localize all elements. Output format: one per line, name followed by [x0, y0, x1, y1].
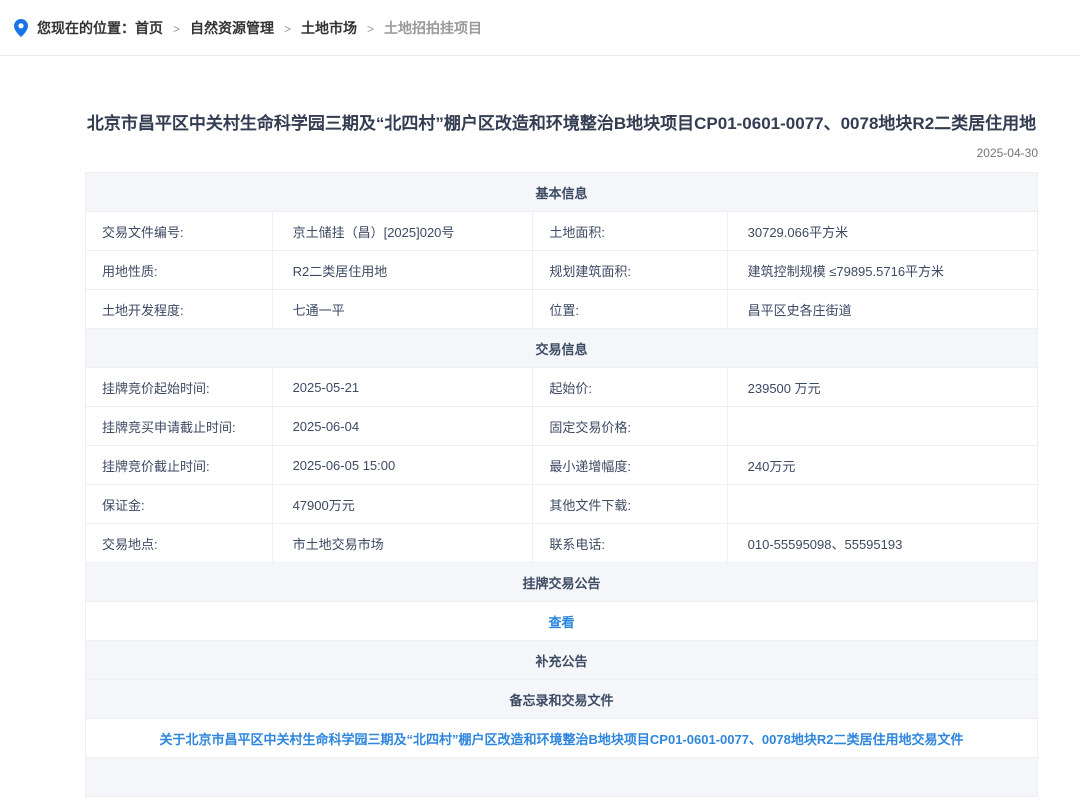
field-value: 市土地交易市场 [272, 524, 533, 563]
cutoff-section-row [86, 758, 1038, 797]
table-row: 查看 [86, 602, 1038, 641]
field-label: 规划建筑面积: [533, 251, 727, 290]
table-row: 交易地点:市土地交易市场联系电话:010-55595098、55595193 [86, 524, 1038, 563]
field-label: 挂牌竞买申请截止时间: [86, 407, 273, 446]
section-header: 挂牌交易公告 [86, 563, 1038, 602]
publish-date: 2025-04-30 [85, 146, 1038, 160]
table-row: 用地性质:R2二类居住用地规划建筑面积:建筑控制规模 ≤79895.5716平方… [86, 251, 1038, 290]
breadcrumb-separator: > [367, 22, 374, 36]
field-label: 土地面积: [533, 212, 727, 251]
field-label: 交易文件编号: [86, 212, 273, 251]
table-row: 挂牌竞买申请截止时间:2025-06-04固定交易价格: [86, 407, 1038, 446]
table-row: 基本信息 [86, 173, 1038, 212]
link-row: 查看 [86, 602, 1038, 641]
link-row: 关于北京市昌平区中关村生命科学园三期及“北四村”棚户区改造和环境整治B地块项目C… [86, 719, 1038, 758]
table-row: 交易文件编号:京土储挂（昌）[2025]020号土地面积:30729.066平方… [86, 212, 1038, 251]
section-header: 交易信息 [86, 329, 1038, 368]
table-row: 土地开发程度:七通一平位置:昌平区史各庄街道 [86, 290, 1038, 329]
field-label: 起始价: [533, 368, 727, 407]
table-row: 挂牌交易公告 [86, 563, 1038, 602]
field-value: 京土储挂（昌）[2025]020号 [272, 212, 533, 251]
field-label: 联系电话: [533, 524, 727, 563]
land-info-table: 基本信息交易文件编号:京土储挂（昌）[2025]020号土地面积:30729.0… [85, 172, 1038, 797]
table-row: 关于北京市昌平区中关村生命科学园三期及“北四村”棚户区改造和环境整治B地块项目C… [86, 719, 1038, 758]
table-row [86, 758, 1038, 797]
field-label: 交易地点: [86, 524, 273, 563]
field-value [727, 485, 1037, 524]
table-row: 交易信息 [86, 329, 1038, 368]
field-label: 挂牌竞价截止时间: [86, 446, 273, 485]
field-value: 2025-05-21 [272, 368, 533, 407]
table-row: 挂牌竞价截止时间:2025-06-05 15:00最小递增幅度:240万元 [86, 446, 1038, 485]
field-value: R2二类居住用地 [272, 251, 533, 290]
section-header: 备忘录和交易文件 [86, 680, 1038, 719]
section-header: 基本信息 [86, 173, 1038, 212]
breadcrumb-separator: > [173, 22, 180, 36]
breadcrumb-separator: > [284, 22, 291, 36]
table-row: 备忘录和交易文件 [86, 680, 1038, 719]
main-content: 北京市昌平区中关村生命科学园三期及“北四村”棚户区改造和环境整治B地块项目CP0… [85, 110, 1038, 797]
field-label: 土地开发程度: [86, 290, 273, 329]
field-value: 建筑控制规模 ≤79895.5716平方米 [727, 251, 1037, 290]
breadcrumb-prefix: 您现在的位置： [37, 18, 135, 38]
section-header: 补充公告 [86, 641, 1038, 680]
breadcrumb: 您现在的位置： 首页 > 自然资源管理 > 土地市场 > 土地招拍挂项目 [0, 0, 1080, 56]
field-label: 固定交易价格: [533, 407, 727, 446]
location-pin-icon [14, 19, 28, 37]
document-link[interactable]: 查看 [548, 615, 574, 630]
table-row: 挂牌竞价起始时间:2025-05-21起始价:239500 万元 [86, 368, 1038, 407]
field-value: 2025-06-05 15:00 [272, 446, 533, 485]
breadcrumb-item[interactable]: 自然资源管理 [190, 20, 274, 36]
field-value: 239500 万元 [727, 368, 1037, 407]
document-link[interactable]: 关于北京市昌平区中关村生命科学园三期及“北四村”棚户区改造和环境整治B地块项目C… [160, 732, 964, 747]
table-row: 补充公告 [86, 641, 1038, 680]
field-label: 用地性质: [86, 251, 273, 290]
table-row: 保证金:47900万元其他文件下载: [86, 485, 1038, 524]
field-value: 47900万元 [272, 485, 533, 524]
field-value [727, 407, 1037, 446]
field-label: 挂牌竞价起始时间: [86, 368, 273, 407]
field-value: 010-55595098、55595193 [727, 524, 1037, 563]
field-label: 保证金: [86, 485, 273, 524]
page-title: 北京市昌平区中关村生命科学园三期及“北四村”棚户区改造和环境整治B地块项目CP0… [85, 110, 1038, 137]
field-value: 2025-06-04 [272, 407, 533, 446]
field-value: 昌平区史各庄街道 [727, 290, 1037, 329]
breadcrumb-item: 土地招拍挂项目 [384, 20, 482, 36]
field-value: 240万元 [727, 446, 1037, 485]
field-label: 位置: [533, 290, 727, 329]
field-label: 其他文件下载: [533, 485, 727, 524]
field-label: 最小递增幅度: [533, 446, 727, 485]
field-value: 30729.066平方米 [727, 212, 1037, 251]
field-value: 七通一平 [272, 290, 533, 329]
breadcrumb-item[interactable]: 土地市场 [301, 20, 357, 36]
breadcrumb-item[interactable]: 首页 [135, 20, 163, 36]
breadcrumb-trail: 您现在的位置： 首页 > 自然资源管理 > 土地市场 > 土地招拍挂项目 [37, 18, 482, 38]
